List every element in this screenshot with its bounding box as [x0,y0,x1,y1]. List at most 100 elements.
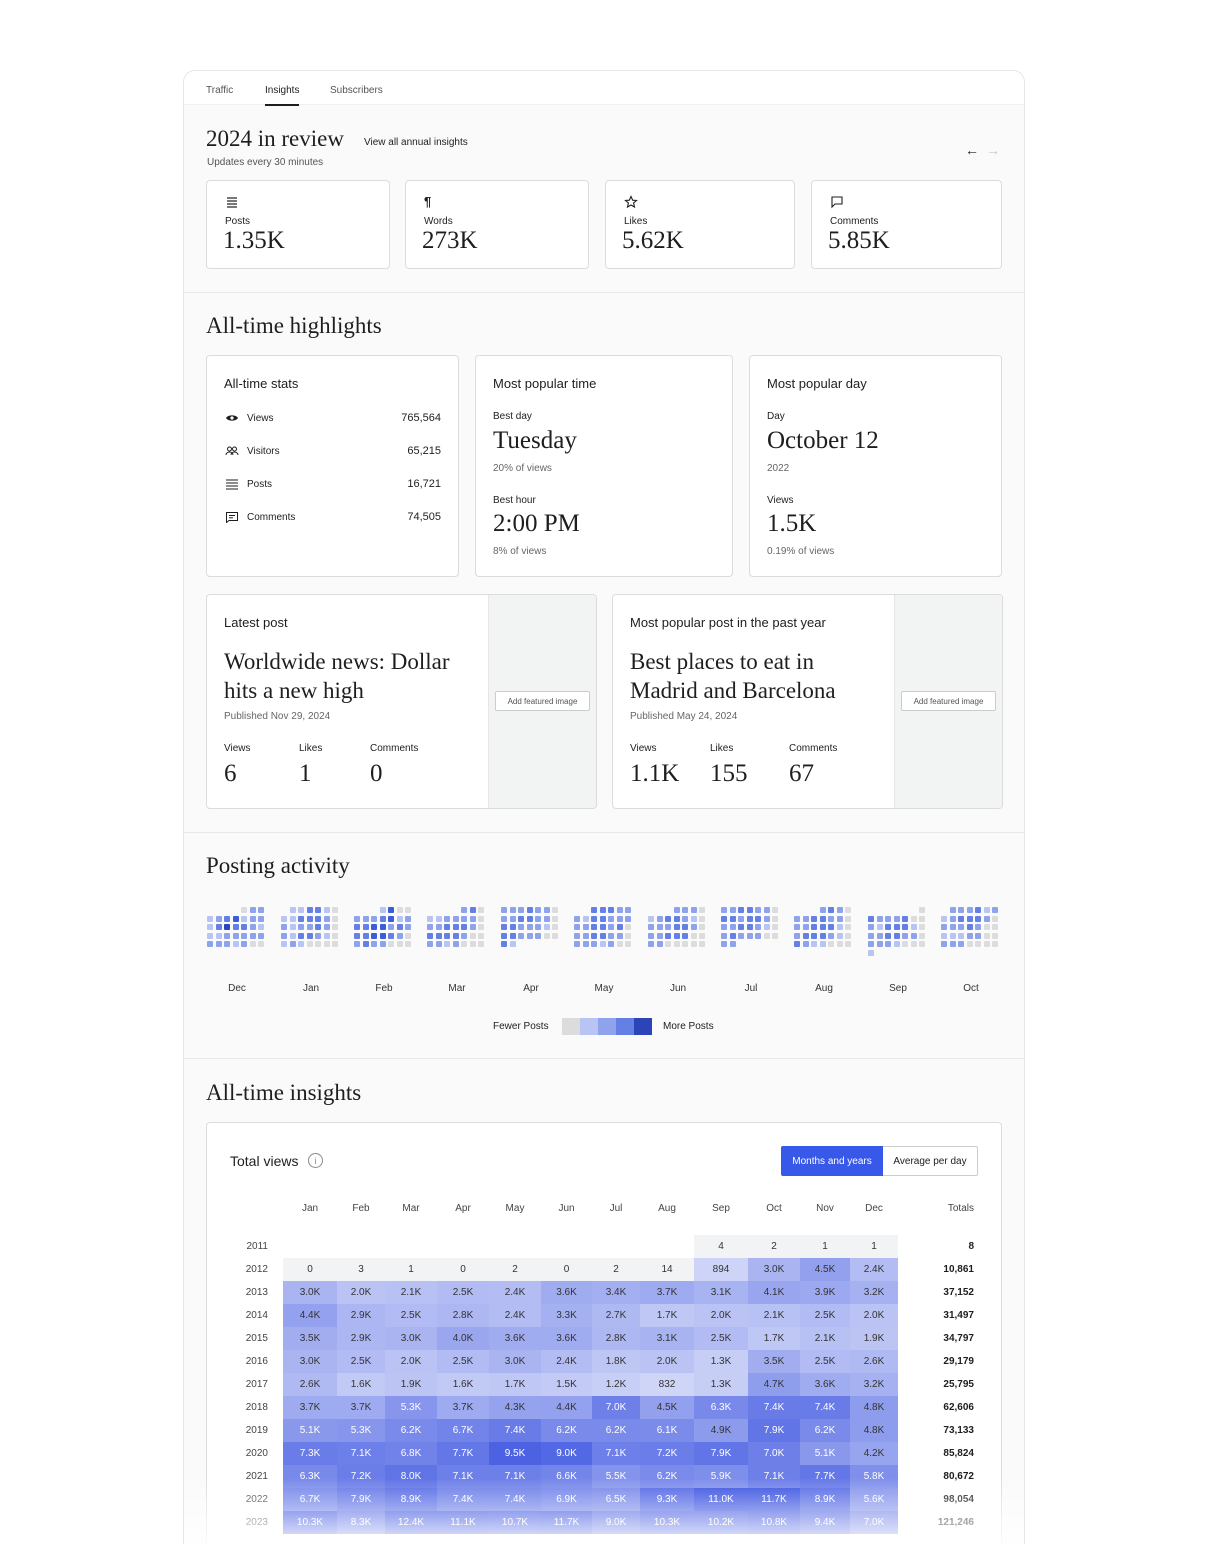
activity-day-cell[interactable] [298,941,304,947]
views-cell[interactable]: 2.5K [437,1350,489,1373]
activity-day-cell[interactable] [509,932,516,939]
activity-day-cell[interactable] [755,924,761,930]
activity-day-cell[interactable] [616,915,623,922]
activity-day-cell[interactable] [371,915,377,922]
views-cell[interactable]: 6.2K [541,1419,592,1442]
activity-day-cell[interactable] [958,907,964,913]
activity-day-cell[interactable] [665,941,671,947]
activity-day-cell[interactable] [444,932,450,939]
activity-day-cell[interactable] [941,941,947,947]
activity-day-cell[interactable] [509,915,516,922]
activity-day-cell[interactable] [599,915,606,922]
views-cell[interactable]: 5.1K [800,1442,850,1465]
activity-day-cell[interactable] [625,924,631,930]
view-all-annual-insights-link[interactable]: View all annual insights [364,137,468,148]
views-cell[interactable] [489,1235,541,1258]
activity-day-cell[interactable] [885,915,891,922]
activity-day-cell[interactable] [983,932,990,939]
activity-day-cell[interactable] [729,924,736,930]
activity-day-cell[interactable] [983,924,990,930]
activity-day-cell[interactable] [435,932,442,939]
activity-day-cell[interactable] [819,941,826,947]
activity-day-cell[interactable] [902,932,908,939]
activity-day-cell[interactable] [608,915,614,922]
activity-day-cell[interactable] [509,907,516,913]
activity-day-cell[interactable] [885,932,891,939]
views-cell[interactable]: 10.7K [489,1511,541,1534]
activity-day-cell[interactable] [941,924,947,930]
activity-day-cell[interactable] [224,932,230,939]
activity-day-cell[interactable] [682,941,688,947]
views-cell[interactable]: 2.0K [385,1350,437,1373]
views-cell[interactable]: 9.0K [541,1442,592,1465]
views-cell[interactable]: 3.0K [489,1350,541,1373]
activity-day-cell[interactable] [478,941,484,947]
activity-day-cell[interactable] [396,941,403,947]
activity-day-cell[interactable] [552,915,558,922]
views-cell[interactable]: 2 [489,1258,541,1281]
activity-day-cell[interactable] [656,915,663,922]
views-cell[interactable]: 4.1K [748,1281,800,1304]
post-title[interactable]: Best places to eat in Madrid and Barcelo… [630,647,880,705]
views-cell[interactable]: 2.0K [694,1304,748,1327]
activity-day-cell[interactable] [501,924,507,930]
activity-day-cell[interactable] [656,932,663,939]
activity-day-cell[interactable] [656,924,663,930]
activity-day-cell[interactable] [452,924,459,930]
activity-day-cell[interactable] [699,915,705,922]
activity-day-cell[interactable] [648,915,654,922]
activity-day-cell[interactable] [828,907,834,913]
views-cell[interactable]: 9.0K [592,1511,640,1534]
activity-day-cell[interactable] [332,941,338,947]
activity-day-cell[interactable] [958,924,964,930]
activity-day-cell[interactable] [673,915,680,922]
activity-day-cell[interactable] [323,915,330,922]
activity-day-cell[interactable] [215,941,222,947]
views-cell[interactable]: 7.2K [640,1442,694,1465]
views-cell[interactable]: 4.3K [489,1396,541,1419]
activity-day-cell[interactable] [608,924,614,930]
views-cell[interactable]: 6.5K [592,1488,640,1511]
views-cell[interactable]: 3.0K [748,1258,800,1281]
views-cell[interactable]: 0 [437,1258,489,1281]
activity-day-cell[interactable] [763,915,770,922]
views-cell[interactable] [437,1235,489,1258]
views-cell[interactable]: 7.7K [437,1442,489,1465]
activity-day-cell[interactable] [673,932,680,939]
add-featured-image-button[interactable]: Add featured image [901,691,996,711]
activity-day-cell[interactable] [461,941,467,947]
activity-day-cell[interactable] [535,907,541,913]
activity-day-cell[interactable] [362,924,369,930]
activity-day-cell[interactable] [258,915,264,922]
views-cell[interactable]: 5.6K [850,1488,898,1511]
activity-day-cell[interactable] [763,932,770,939]
activity-day-cell[interactable] [574,932,580,939]
activity-day-cell[interactable] [207,915,213,922]
activity-day-cell[interactable] [552,932,558,939]
views-cell[interactable]: 2.5K [800,1350,850,1373]
activity-day-cell[interactable] [478,907,484,913]
activity-day-cell[interactable] [469,941,476,947]
views-cell[interactable]: 7.9K [694,1442,748,1465]
activity-day-cell[interactable] [461,924,467,930]
activity-day-cell[interactable] [306,915,313,922]
views-cell[interactable]: 2.6K [283,1373,337,1396]
activity-day-cell[interactable] [648,924,654,930]
activity-day-cell[interactable] [232,941,239,947]
activity-day-cell[interactable] [616,932,623,939]
activity-day-cell[interactable] [845,941,851,947]
activity-day-cell[interactable] [919,924,925,930]
activity-day-cell[interactable] [405,915,411,922]
views-cell[interactable]: 4.5K [640,1396,694,1419]
activity-day-cell[interactable] [845,915,851,922]
activity-day-cell[interactable] [876,924,883,930]
views-cell[interactable]: 12.4K [385,1511,437,1534]
views-cell[interactable]: 1.6K [337,1373,385,1396]
activity-day-cell[interactable] [819,924,826,930]
activity-day-cell[interactable] [828,932,834,939]
activity-day-cell[interactable] [582,915,589,922]
activity-day-cell[interactable] [983,907,990,913]
popular-post-card[interactable]: Most popular post in the past year Best … [612,594,1003,809]
views-cell[interactable]: 5.3K [337,1419,385,1442]
latest-post-card[interactable]: Latest post Worldwide news: Dollar hits … [206,594,597,809]
